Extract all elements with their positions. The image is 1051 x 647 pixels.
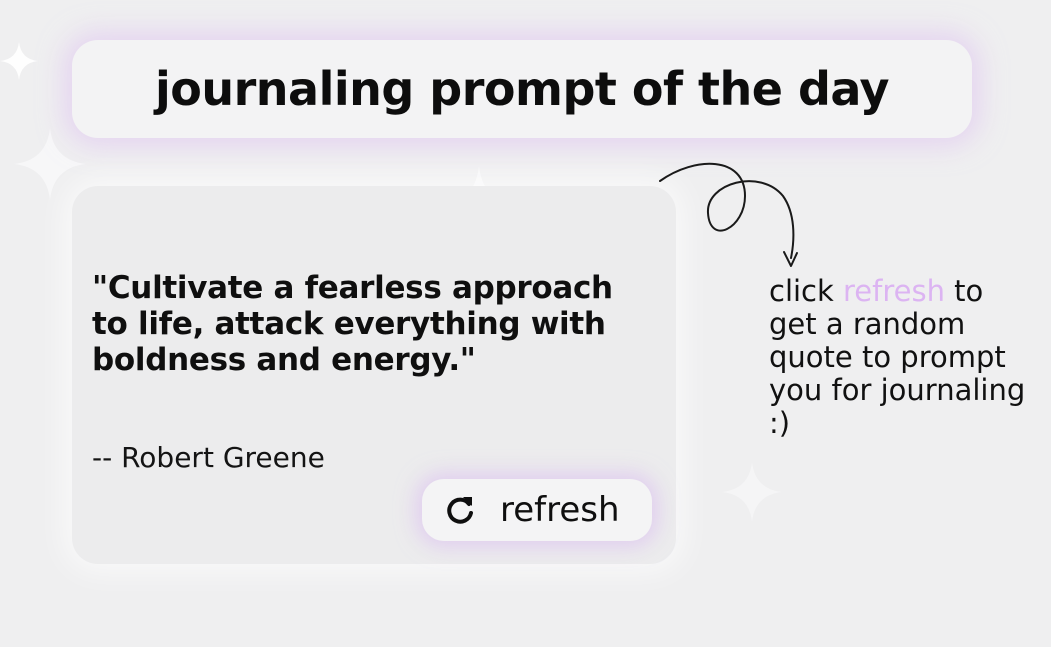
quote-author: -- Robert Greene: [92, 441, 325, 474]
sparkle-icon: [0, 42, 38, 80]
title-card: journaling prompt of the day: [72, 40, 972, 138]
hint-text-start: click: [769, 274, 844, 308]
quote-card: "Cultivate a fearless approach to life, …: [72, 186, 676, 564]
refresh-button-label: refresh: [500, 490, 620, 530]
refresh-button[interactable]: refresh: [422, 479, 652, 541]
sparkle-icon: [14, 128, 86, 200]
curly-arrow-icon: [659, 162, 798, 267]
refresh-icon: [447, 497, 473, 524]
page: journaling prompt of the day "Cultivate …: [0, 0, 1051, 647]
hint-refresh-highlight: refresh: [843, 274, 945, 308]
page-title: journaling prompt of the day: [154, 62, 890, 116]
sparkle-icon: [722, 462, 782, 522]
refresh-hint: click refresh to get a random quote to p…: [769, 275, 1029, 440]
quote-text: "Cultivate a fearless approach to life, …: [92, 270, 613, 378]
